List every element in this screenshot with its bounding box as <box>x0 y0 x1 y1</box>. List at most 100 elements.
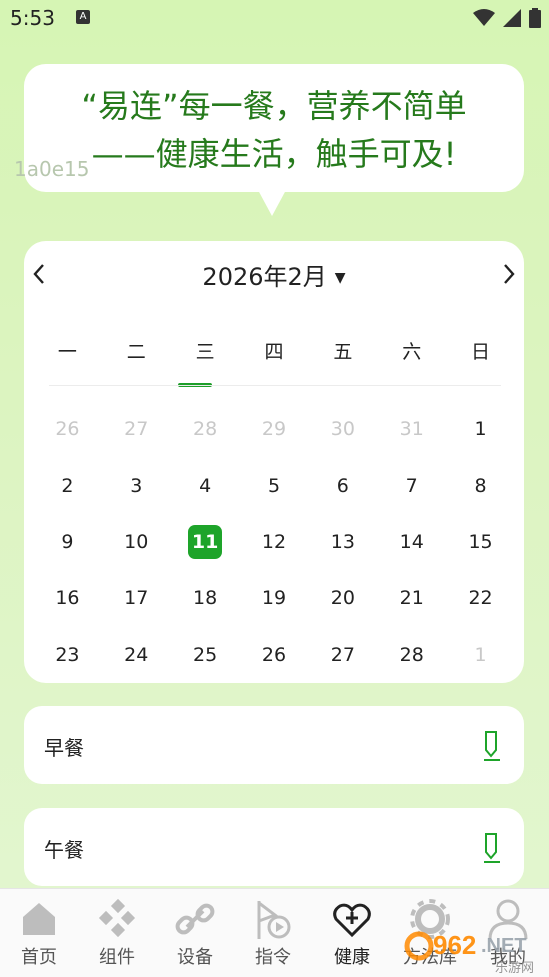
tab-commands-label: 指令 <box>255 947 291 968</box>
calendar-day-number: 1 <box>474 643 487 666</box>
home-icon <box>23 903 55 935</box>
tab-home-label: 首页 <box>21 947 57 968</box>
calendar-day-number: 6 <box>336 474 349 497</box>
calendar-day-number: 18 <box>193 587 218 610</box>
tab-home[interactable]: 首页 <box>0 889 78 977</box>
calendar-day[interactable]: 17 <box>102 570 171 626</box>
weekday-header: 一二三四五六日 <box>33 337 515 364</box>
battery-icon <box>529 8 541 28</box>
weekday-label: 日 <box>471 341 491 363</box>
signal-icon <box>503 9 521 27</box>
calendar-day[interactable]: 22 <box>446 570 515 626</box>
calendar-day-number: 24 <box>124 643 149 666</box>
slogan-line-1: “易连”每一餐，营养不简单 <box>81 87 467 125</box>
calendar-day[interactable]: 26 <box>240 627 309 683</box>
bubble-tail <box>258 190 286 216</box>
calendar-day[interactable]: 21 <box>377 570 446 626</box>
calendar-day[interactable]: 4 <box>171 457 240 513</box>
calendar-day-number: 9 <box>61 530 74 553</box>
calendar-day[interactable]: 28 <box>171 401 240 457</box>
watermark-net: .NET <box>481 935 527 957</box>
day-grid: 26 27 28 29 30 31 1 2 3 4 5 6 7 8 9 10 11 12 13 14 15 16 17 18 1… <box>33 401 515 683</box>
calendar-day[interactable]: 13 <box>308 514 377 570</box>
calendar-day[interactable]: 3 <box>102 457 171 513</box>
calendar-day-number: 23 <box>55 643 80 666</box>
calendar-day[interactable]: 9 <box>33 514 102 570</box>
calendar-day[interactable]: 31 <box>377 401 446 457</box>
calendar-day-number: 5 <box>267 474 281 497</box>
status-time: 5:53 <box>10 6 55 30</box>
calendar-divider <box>49 385 501 386</box>
calendar-day-number: 19 <box>261 587 287 610</box>
edit-pen-icon[interactable] <box>482 832 502 864</box>
status-icons <box>473 8 541 28</box>
calendar-day-number: 11 <box>188 524 223 559</box>
next-month-button[interactable] <box>494 259 524 289</box>
calendar-day-number: 7 <box>405 474 418 497</box>
heart-plus-icon <box>333 903 371 938</box>
calendar-day[interactable]: 2 <box>33 457 102 513</box>
calendar-day[interactable]: 14 <box>377 514 446 570</box>
calendar-day-number: 2 <box>61 474 74 497</box>
calendar-day[interactable]: 1 <box>446 401 515 457</box>
calendar-day-number: 29 <box>261 418 287 441</box>
caret-down-icon: ▼ <box>334 270 346 286</box>
calendar-day[interactable]: 25 <box>171 627 240 683</box>
tab-components[interactable]: 组件 <box>78 889 156 977</box>
calendar-day[interactable]: 10 <box>102 514 171 570</box>
slogan-line-2: ——健康生活，触手可及! <box>91 135 457 173</box>
weekday-label: 四 <box>264 341 284 363</box>
calendar-day-number: 21 <box>399 587 424 610</box>
lunch-card[interactable]: 午餐 <box>24 808 524 886</box>
month-title: 2026年2月 <box>202 263 327 291</box>
calendar-day-number: 4 <box>199 474 212 497</box>
overlay-id-text: 1a0e15 <box>14 157 90 181</box>
calendar-day-number: 27 <box>124 418 149 441</box>
link-icon <box>175 903 215 935</box>
calendar-day[interactable]: 8 <box>446 457 515 513</box>
calendar-day[interactable]: 27 <box>308 627 377 683</box>
status-bar: 5:53 A <box>0 0 549 38</box>
calendar-day-number: 16 <box>55 587 80 610</box>
weekday-label: 六 <box>402 341 422 363</box>
calendar-day[interactable]: 6 <box>308 457 377 513</box>
calendar-day[interactable]: 12 <box>240 514 309 570</box>
watermark-digits: 962 <box>433 930 476 960</box>
tab-devices[interactable]: 设备 <box>156 889 234 977</box>
calendar-day[interactable]: 20 <box>308 570 377 626</box>
slogan-text: “易连”每一餐，营养不简单 ——健康生活，触手可及! <box>24 82 524 178</box>
calendar-day-number: 26 <box>261 643 287 666</box>
calendar-day[interactable]: 26 <box>33 401 102 457</box>
calendar-day[interactable]: 27 <box>102 401 171 457</box>
calendar-day[interactable]: 29 <box>240 401 309 457</box>
watermark-logo: 962 .NET 乐游网 <box>404 930 534 974</box>
calendar-day[interactable]: 18 <box>171 570 240 626</box>
calendar-day[interactable]: 19 <box>240 570 309 626</box>
calendar-day-number: 31 <box>399 418 424 441</box>
calendar-day-number: 15 <box>468 530 493 553</box>
calendar-day[interactable]: 28 <box>377 627 446 683</box>
calendar-day[interactable]: 7 <box>377 457 446 513</box>
calendar-day[interactable]: 1 <box>446 627 515 683</box>
notification-icon: A <box>76 10 90 24</box>
tab-health-label: 健康 <box>334 947 370 968</box>
calendar-day[interactable]: 15 <box>446 514 515 570</box>
tab-health[interactable]: 健康 <box>313 889 391 977</box>
calendar-day[interactable]: 30 <box>308 401 377 457</box>
calendar-day-number: 17 <box>124 587 149 610</box>
flag-play-icon <box>257 901 291 939</box>
tab-commands[interactable]: 指令 <box>234 889 312 977</box>
calendar-day[interactable]: 5 <box>240 457 309 513</box>
breakfast-card[interactable]: 早餐 <box>24 706 524 784</box>
edit-pen-icon[interactable] <box>482 730 502 762</box>
calendar-day[interactable]: 24 <box>102 627 171 683</box>
calendar-day-number: 10 <box>124 530 149 553</box>
month-selector[interactable]: 2026年2月 ▼ <box>24 257 524 292</box>
calendar-day-number: 26 <box>55 418 80 441</box>
calendar-day-number: 13 <box>330 530 355 553</box>
calendar-day-selected[interactable]: 11 <box>171 514 240 570</box>
calendar-day-number: 22 <box>468 587 493 610</box>
calendar-day[interactable]: 23 <box>33 627 102 683</box>
breakfast-label: 早餐 <box>44 736 84 760</box>
calendar-day[interactable]: 16 <box>33 570 102 626</box>
